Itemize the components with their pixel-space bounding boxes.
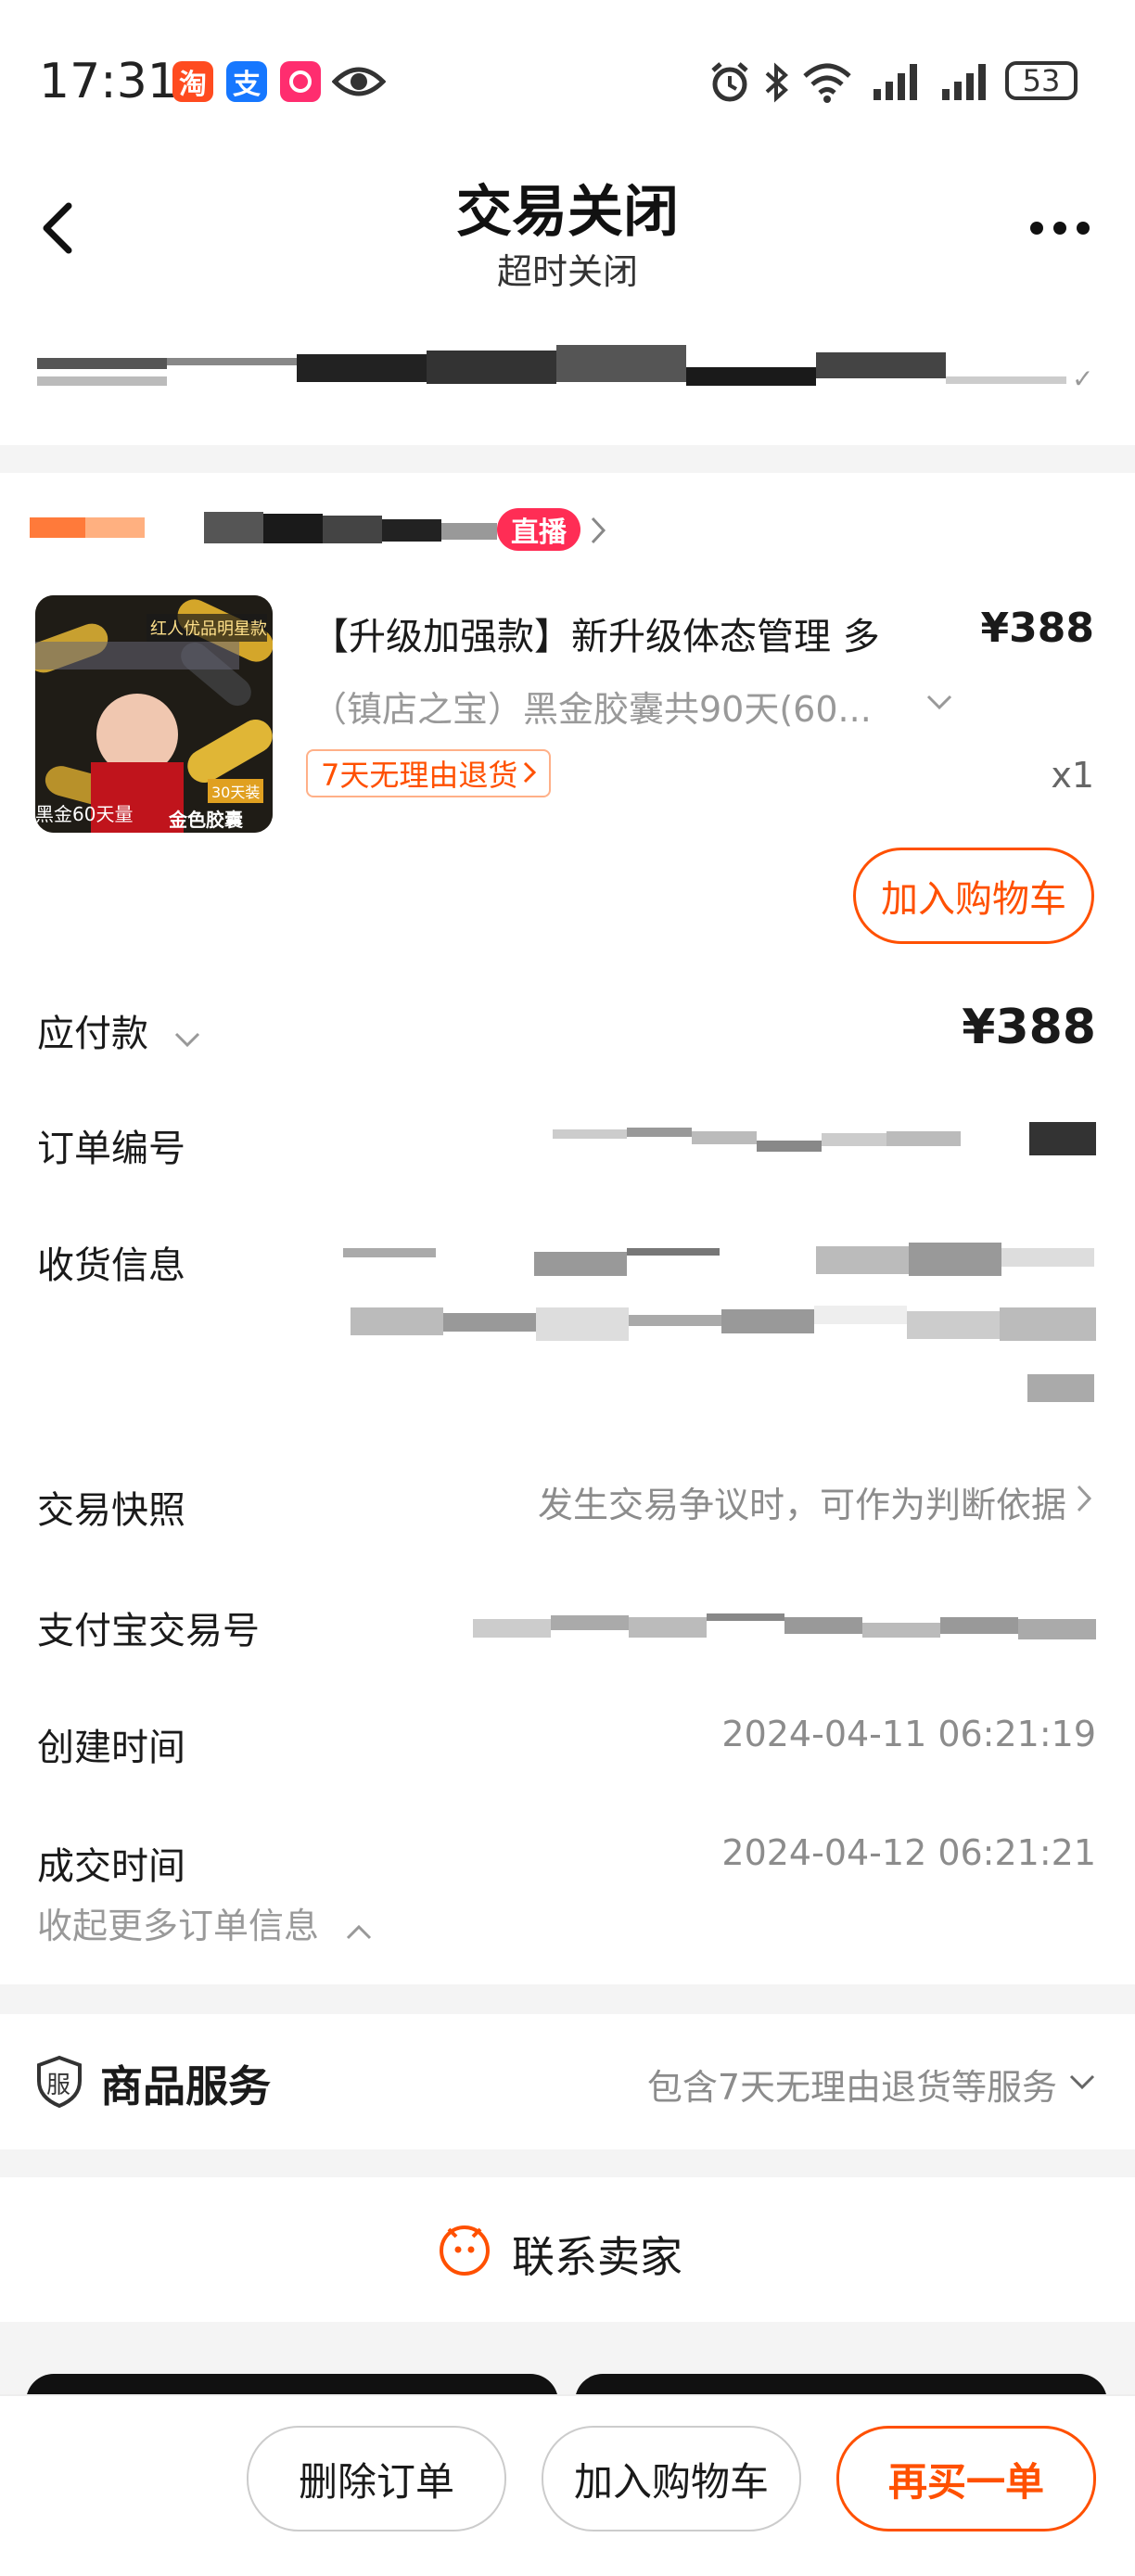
battery-icon: 53 (1005, 61, 1078, 100)
return-policy-label: 7天无理由退货 (321, 758, 518, 793)
order-info-section: 应付款 ¥388 订单编号 收货信息 交易快照 发生交易争议时，可作为判断依据 … (0, 974, 1135, 1984)
deal-time-label: 成交时间 (37, 1845, 185, 1888)
product-image[interactable]: 红人优品明星款 黑金60天量 金色胶囊 30天装 (35, 595, 273, 833)
blurred-order-number (553, 1129, 627, 1139)
payable-value: ¥388 (962, 1000, 1096, 1055)
chevron-down-icon (173, 1014, 201, 1057)
contact-seller-label: 联系卖家 (512, 2232, 682, 2282)
chevron-up-icon (345, 1908, 373, 1949)
product-price: ¥388 (980, 605, 1094, 652)
chevron-right-icon (523, 756, 537, 791)
page-subtitle: 超时关闭 (496, 251, 638, 292)
image-label-top: 红人优品明星款 (150, 619, 267, 639)
collapse-order-info[interactable]: 收起更多订单信息 (37, 1897, 373, 1949)
eye-icon (331, 61, 387, 106)
shield-icon: 服 (35, 2055, 83, 2112)
alipay-app-icon: 支 (226, 61, 267, 102)
check-icon: ✓ (1072, 363, 1094, 394)
image-badge: 30天装 (208, 779, 264, 803)
blurred-alipay-number (473, 1619, 551, 1638)
signal-icon (940, 61, 992, 106)
signal-icon (872, 61, 924, 106)
return-policy-tag[interactable]: 7天无理由退货 (306, 749, 552, 797)
live-app-icon (280, 61, 321, 102)
deal-time-value: 2024-04-12 06:21:21 (721, 1832, 1096, 1873)
snapshot-value[interactable]: 发生交易争议时，可作为判断依据 (538, 1476, 1066, 1527)
alarm-icon (708, 61, 751, 108)
order-number-label: 订单编号 (37, 1128, 185, 1170)
taobao-app-icon: 淘 (172, 61, 213, 102)
more-icon[interactable] (1027, 219, 1092, 241)
image-label-bottom-right: 金色胶囊 (169, 809, 243, 831)
service-value: 包含7天无理由退货等服务 (646, 2067, 1057, 2108)
bottom-action-bar: 删除订单 加入购物车 再买一单 (0, 2394, 1135, 2576)
image-label-bottom-left: 黑金60天量 (35, 803, 134, 825)
chevron-right-icon[interactable] (590, 516, 606, 549)
service-label: 商品服务 (100, 2061, 271, 2111)
product-quantity: x1 (1051, 755, 1094, 796)
snapshot-label: 交易快照 (37, 1489, 185, 1532)
created-time-value: 2024-04-11 06:21:19 (721, 1714, 1096, 1754)
delete-order-button[interactable]: 删除订单 (247, 2426, 506, 2531)
service-row[interactable]: 服 商品服务 包含7天无理由退货等服务 (0, 2014, 1135, 2149)
chevron-down-icon (1068, 2073, 1096, 2094)
page-header: 交易关闭 超时关闭 ✓ (0, 139, 1135, 445)
product-card: 直播 红人优品明星款 黑金60天量 金色胶囊 30天装 【升级加强款】新升级体态… (0, 473, 1135, 974)
blurred-shop-name (30, 517, 85, 538)
address-label: 收货信息 (37, 1244, 185, 1287)
alipay-number-label: 支付宝交易号 (37, 1610, 260, 1652)
bluetooth-icon (762, 61, 790, 108)
wifi-icon (801, 61, 853, 108)
blurred-logistics (37, 358, 167, 369)
product-title[interactable]: 【升级加强款】新升级体态管理 多 (312, 606, 880, 660)
contact-seller-row[interactable]: 联系卖家 (0, 2177, 1135, 2322)
payable-label[interactable]: 应付款 (37, 1003, 201, 1057)
live-badge[interactable]: 直播 (497, 508, 580, 551)
rebuy-button[interactable]: 再买一单 (836, 2426, 1096, 2531)
created-time-label: 创建时间 (37, 1727, 185, 1769)
chevron-down-icon[interactable] (925, 694, 953, 714)
page-title: 交易关闭 (456, 180, 679, 245)
chevron-right-icon[interactable] (1076, 1484, 1092, 1517)
blurred-address (343, 1248, 436, 1257)
product-spec[interactable]: （镇店之宝）黑金胶囊共90天(60... (312, 681, 872, 732)
add-to-cart-bottom-button[interactable]: 加入购物车 (542, 2426, 801, 2531)
status-time: 17:31 (39, 54, 178, 109)
chat-bubble-icon (436, 2220, 493, 2281)
add-to-cart-button[interactable]: 加入购物车 (853, 848, 1094, 944)
status-bar: 17:31 淘 支 53 (0, 0, 1135, 158)
